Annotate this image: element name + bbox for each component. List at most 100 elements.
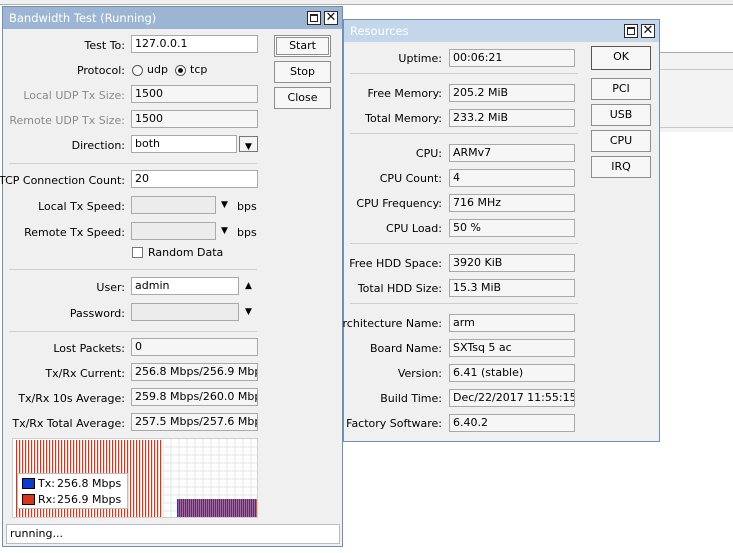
resource-value: 50 %: [449, 219, 575, 237]
tcp-connection-count-input[interactable]: 20: [131, 170, 258, 188]
resource-label: CPU Load:: [386, 222, 442, 235]
start-button[interactable]: Start: [274, 35, 331, 57]
rx-bar: [221, 499, 223, 517]
tx-bar: [179, 499, 180, 517]
resource-label: Architecture Name:: [335, 317, 442, 330]
tx-bar: [181, 499, 182, 517]
legend-rx-name: Rx:: [38, 493, 56, 506]
tx-bar: [185, 499, 186, 517]
tx-bar: [247, 499, 248, 517]
local-tx-speed-dropdown-icon[interactable]: ▼: [221, 200, 228, 210]
rx-bar: [197, 499, 199, 517]
tx-bar: [227, 499, 228, 517]
direction-label: Direction:: [71, 139, 125, 152]
local-tx-speed-input[interactable]: [131, 196, 216, 214]
remote-tx-speed-label: Remote Tx Speed:: [24, 226, 125, 239]
graph-legend: Tx: 256.8 Mbps Rx: 256.9 Mbps: [17, 473, 128, 509]
tx-bar: [219, 499, 220, 517]
tx-bar: [215, 499, 216, 517]
rx-bar: [157, 440, 159, 517]
rx-bar: [217, 499, 219, 517]
rx-bar: [160, 440, 162, 517]
direction-dropdown-icon[interactable]: ▼: [239, 136, 258, 152]
random-data-label: Random Data: [148, 246, 224, 259]
rx-bar: [133, 440, 135, 517]
resource-value: 6.40.2: [449, 414, 575, 432]
test-to-input[interactable]: 127.0.0.1: [131, 35, 258, 53]
tx-bar: [217, 499, 218, 517]
remote-tx-speed-dropdown-icon[interactable]: ▼: [221, 226, 228, 236]
resources-title: Resources: [350, 24, 409, 38]
background-toolbar: [0, 0, 733, 5]
user-label: User:: [96, 281, 125, 294]
tx-bar: [187, 499, 188, 517]
protocol-tcp-radio[interactable]: [175, 65, 186, 76]
rx-bar: [130, 440, 132, 517]
rx-bar: [148, 440, 150, 517]
remote-tx-speed-input[interactable]: [131, 222, 216, 240]
password-input[interactable]: [131, 303, 239, 321]
pci-button[interactable]: PCI: [591, 78, 651, 100]
rx-bar: [233, 499, 235, 517]
rx-bar: [211, 499, 213, 517]
close-icon[interactable]: ✕: [641, 23, 655, 38]
ok-button[interactable]: OK: [591, 46, 651, 70]
resource-value: 205.2 MiB: [449, 84, 575, 102]
close-button[interactable]: Close: [274, 87, 331, 109]
remote-udp-tx-size-input[interactable]: 1500: [131, 110, 258, 128]
lost-packets-label: Lost Packets:: [53, 342, 125, 355]
rx-bar: [203, 499, 205, 517]
tx-bar: [253, 499, 254, 517]
resource-value: 15.3 MiB: [449, 279, 575, 297]
direction-select[interactable]: both: [131, 135, 237, 153]
rx-bar: [136, 440, 138, 517]
tx-bar: [197, 499, 198, 517]
tx-bar: [251, 499, 252, 517]
tx-bar: [195, 499, 196, 517]
bandwidth-test-titlebar[interactable]: Bandwidth Test (Running): [3, 7, 342, 29]
tx-bar: [225, 499, 226, 517]
tx-bar: [207, 499, 208, 517]
cpu-button[interactable]: CPU: [591, 130, 651, 152]
resource-label: CPU:: [415, 147, 442, 160]
lost-packets-value: 0: [131, 338, 258, 356]
separator: [350, 303, 578, 304]
usb-button[interactable]: USB: [591, 104, 651, 126]
remote-tx-speed-unit: bps: [237, 226, 257, 239]
legend-tx-name: Tx:: [38, 477, 55, 490]
rx-bar: [209, 499, 211, 517]
random-data-checkbox[interactable]: [132, 247, 143, 258]
rx-bar: [185, 499, 187, 517]
rx-bar: [199, 499, 201, 517]
maximize-icon[interactable]: [624, 24, 638, 38]
rx-bar: [154, 440, 156, 517]
user-collapse-icon[interactable]: ▲: [245, 281, 252, 291]
maximize-icon[interactable]: [307, 11, 321, 25]
resource-label: CPU Count:: [379, 172, 442, 185]
rx-bar: [249, 499, 251, 517]
irq-button[interactable]: IRQ: [591, 156, 651, 178]
protocol-udp-radio[interactable]: [132, 65, 143, 76]
rx-bar: [189, 499, 191, 517]
rx-bar: [239, 499, 241, 517]
tx-bar: [237, 499, 238, 517]
local-udp-tx-size-input[interactable]: 1500: [131, 85, 258, 103]
rx-bar: [229, 499, 231, 517]
rx-bar: [181, 499, 183, 517]
protocol-label: Protocol:: [76, 64, 125, 77]
txrx-total-average-label: Tx/Rx Total Average:: [12, 417, 125, 430]
close-icon[interactable]: ✕: [324, 10, 338, 25]
tx-bar: [223, 499, 224, 517]
resources-titlebar[interactable]: Resources: [344, 20, 659, 42]
password-dropdown-icon[interactable]: ▼: [245, 307, 252, 317]
rx-bar: [179, 499, 181, 517]
rx-bar: [201, 499, 203, 517]
user-input[interactable]: admin: [131, 277, 239, 295]
resource-value: 3920 KiB: [449, 254, 575, 272]
tx-bar: [201, 499, 202, 517]
stop-button[interactable]: Stop: [274, 61, 331, 83]
resource-label: Free HDD Space:: [349, 257, 442, 270]
rx-bar: [183, 499, 185, 517]
separator: [9, 163, 257, 164]
resource-value: ARMv7: [449, 144, 575, 162]
